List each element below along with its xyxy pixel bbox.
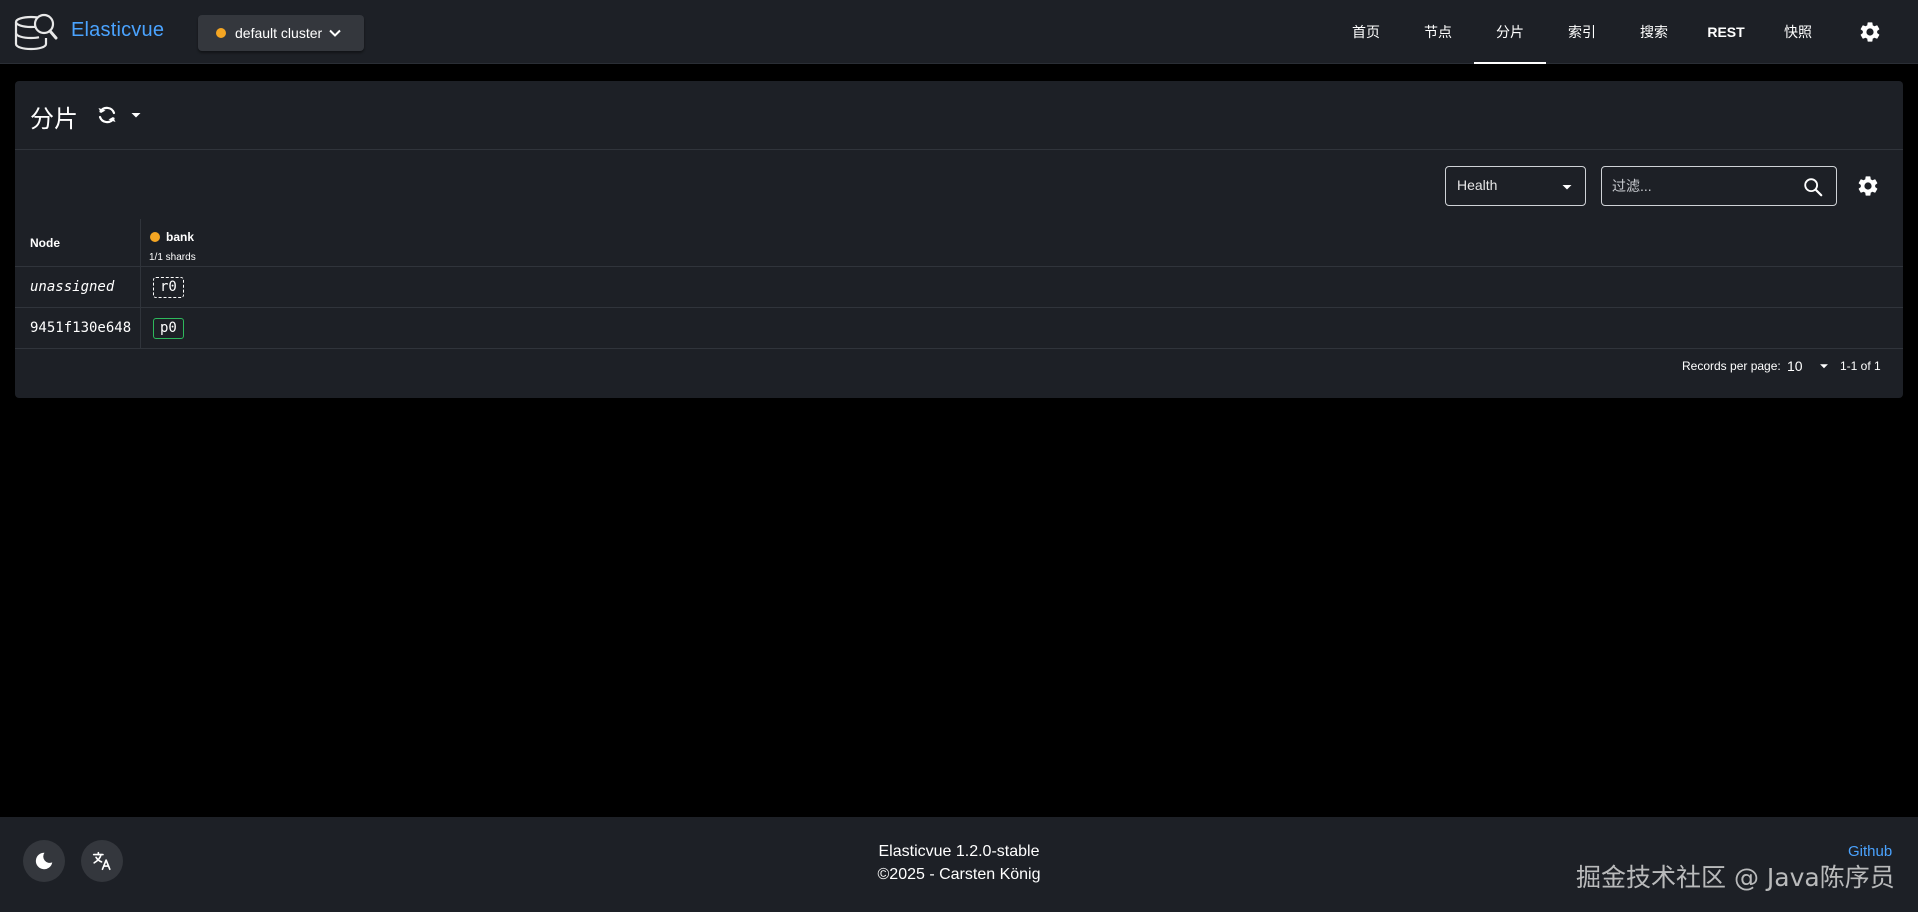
cluster-status-dot	[216, 28, 226, 38]
node-name: unassigned	[30, 279, 115, 295]
nav-home[interactable]: 首页	[1330, 0, 1402, 64]
health-select-value: Health	[1457, 177, 1498, 193]
pagination: Records per page: 10 1-1 of 1	[15, 346, 1903, 388]
gear-icon[interactable]	[1858, 20, 1882, 44]
watermark-text: 掘金技术社区 @ Java陈序员	[1576, 863, 1895, 892]
app-footer: Elasticvue 1.2.0-stable ©2025 - Carsten …	[0, 817, 1918, 912]
refresh-icon[interactable]	[95, 103, 119, 127]
nav-snapshots[interactable]: 快照	[1762, 0, 1834, 64]
caret-down-icon[interactable]	[128, 107, 144, 123]
table-row: unassigned r0	[15, 267, 1903, 308]
chevron-down-icon	[329, 29, 341, 37]
cluster-name: default cluster	[235, 25, 323, 41]
nav-indices[interactable]: 索引	[1546, 0, 1618, 64]
records-per-page-select[interactable]: 10	[1787, 356, 1837, 376]
caret-down-icon	[1820, 364, 1828, 369]
filter-field	[1601, 166, 1837, 206]
nav-nodes[interactable]: 节点	[1402, 0, 1474, 64]
page-title: 分片	[30, 106, 78, 133]
brand-name[interactable]: Elasticvue	[71, 19, 164, 42]
filter-input[interactable]	[1612, 176, 1792, 196]
records-per-page-label: Records per page:	[1682, 359, 1781, 373]
replica-shard-badge[interactable]: r0	[153, 277, 184, 298]
index-shards-count: 1/1 shards	[149, 252, 196, 263]
node-name[interactable]: 9451f130e648	[30, 320, 131, 336]
shards-card: 分片 Health Node bank 1/	[15, 81, 1903, 398]
records-per-page-value: 10	[1787, 358, 1803, 374]
app-header: Elasticvue default cluster 首页 节点 分片 索引 搜…	[0, 0, 1918, 64]
nav-search[interactable]: 搜索	[1618, 0, 1690, 64]
caret-down-icon	[1562, 185, 1572, 190]
nav-rest[interactable]: REST	[1690, 0, 1762, 64]
cluster-selector-button[interactable]: default cluster	[198, 15, 364, 51]
index-column-header[interactable]: bank	[150, 228, 194, 246]
table-header: Node bank 1/1 shards	[15, 219, 1903, 267]
search-icon[interactable]	[1802, 176, 1824, 198]
nav-shards[interactable]: 分片	[1474, 0, 1546, 64]
primary-shard-badge[interactable]: p0	[153, 318, 184, 339]
node-column-header: Node	[30, 236, 60, 250]
health-select[interactable]: Health	[1445, 166, 1586, 206]
divider	[15, 149, 1903, 150]
index-status-dot	[150, 232, 160, 242]
elasticvue-logo-icon[interactable]	[12, 9, 58, 55]
shards-table: Node bank 1/1 shards unassigned r0 9451f…	[15, 219, 1903, 349]
table-row: 9451f130e648 p0	[15, 308, 1903, 349]
pagination-range: 1-1 of 1	[1840, 359, 1881, 373]
gear-icon[interactable]	[1856, 174, 1880, 198]
index-name: bank	[166, 230, 195, 244]
